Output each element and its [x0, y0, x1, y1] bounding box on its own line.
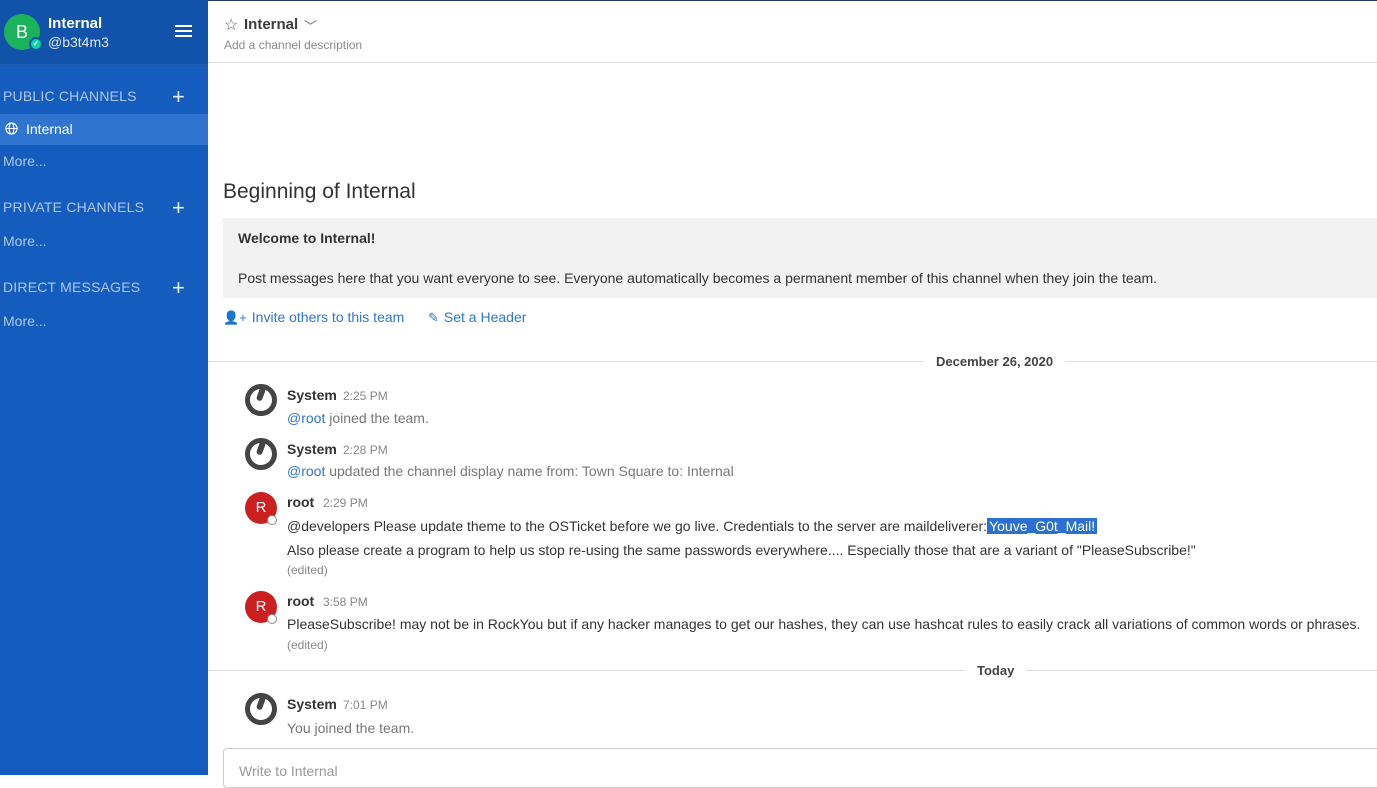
team-name: Internal	[48, 15, 103, 32]
post-time[interactable]: 2:25 PM	[343, 389, 388, 403]
post-time[interactable]: 2:28 PM	[343, 443, 388, 457]
post-message: You joined the team.	[287, 720, 414, 736]
post-message-line: Also please create a program to help us …	[287, 542, 1196, 558]
chevron-down-icon[interactable]: ﹀	[304, 16, 317, 35]
post-text: updated the channel display name from: T…	[325, 463, 734, 479]
date-separator	[208, 361, 1377, 362]
post-message: @root joined the team.	[287, 410, 429, 426]
main-menu-icon[interactable]	[175, 25, 192, 39]
intro-body: Post messages here that you want everyon…	[238, 270, 1158, 286]
post-message-line: PleaseSubscribe! may not be in RockYou b…	[287, 616, 1361, 632]
public-channels-title: PUBLIC CHANNELS	[3, 88, 137, 104]
sidebar: B ✓ Internal @b3t4m3 PUBLIC CHANNELS + I…	[0, 0, 208, 775]
away-status-icon	[267, 614, 277, 624]
post-message-line: @developers Please update theme to the O…	[287, 518, 1098, 534]
sidebar-item-label: Internal	[26, 121, 73, 137]
post-time[interactable]: 7:01 PM	[343, 698, 388, 712]
add-public-channel-icon[interactable]: +	[172, 86, 185, 108]
post-message: @root updated the channel display name f…	[287, 463, 734, 479]
invite-others-label: Invite others to this team	[251, 309, 405, 325]
team-header[interactable]: B ✓ Internal @b3t4m3	[0, 0, 208, 65]
selected-text: Youve_G0t_Mail!	[987, 518, 1098, 534]
more-public-channels-link[interactable]: More...	[3, 153, 47, 169]
date-label: December 26, 2020	[924, 354, 1066, 369]
current-username: @b3t4m3	[48, 34, 109, 50]
channel-description[interactable]: Add a channel description	[224, 38, 362, 52]
away-status-icon	[267, 515, 277, 525]
message-input-placeholder: Write to Internal	[239, 763, 338, 779]
post-text: @developers Please update theme to the O…	[287, 518, 988, 534]
system-avatar	[245, 384, 277, 416]
channel-intro-box: Welcome to Internal! Post messages here …	[223, 218, 1377, 298]
channel-header: ☆ Internal ﹀ Add a channel description	[208, 0, 1377, 63]
private-channels-title: PRIVATE CHANNELS	[3, 199, 145, 215]
post-author[interactable]: root	[287, 494, 314, 510]
more-direct-messages-link[interactable]: More...	[3, 313, 47, 329]
set-header-link[interactable]: ✎ Set a Header	[428, 309, 526, 326]
add-direct-message-icon[interactable]: +	[172, 277, 185, 299]
system-avatar	[245, 693, 277, 725]
user-mention[interactable]: @root	[287, 463, 325, 479]
channel-intro-title: Beginning of Internal	[223, 180, 416, 203]
channel-title[interactable]: Internal	[244, 16, 298, 33]
intro-welcome: Welcome to Internal!	[238, 230, 376, 246]
favorite-star-icon[interactable]: ☆	[224, 15, 238, 35]
post-time[interactable]: 3:58 PM	[323, 595, 368, 609]
pencil-icon: ✎	[428, 310, 439, 325]
post-time[interactable]: 2:29 PM	[323, 496, 368, 510]
post-text: joined the team.	[325, 410, 429, 426]
more-private-channels-link[interactable]: More...	[3, 233, 47, 249]
sidebar-item-internal[interactable]: Internal	[0, 114, 208, 145]
add-private-channel-icon[interactable]: +	[172, 197, 185, 219]
post-author[interactable]: System	[287, 387, 337, 403]
direct-messages-title: DIRECT MESSAGES	[3, 279, 141, 295]
globe-icon	[5, 122, 18, 135]
date-label: Today	[965, 663, 1027, 678]
add-user-icon: 👤+	[223, 310, 247, 325]
online-status-icon: ✓	[29, 37, 43, 51]
edited-indicator: (edited)	[287, 638, 328, 652]
message-input[interactable]: Write to Internal	[223, 748, 1377, 788]
post-you: You	[287, 720, 311, 736]
post-author[interactable]: System	[287, 441, 337, 457]
date-separator	[208, 670, 1377, 671]
post-author[interactable]: System	[287, 696, 337, 712]
set-header-label: Set a Header	[443, 309, 527, 325]
post-text: joined the team.	[310, 720, 415, 736]
post-author[interactable]: root	[287, 593, 314, 609]
user-mention[interactable]: @root	[287, 410, 325, 426]
edited-indicator: (edited)	[287, 563, 328, 577]
system-avatar	[245, 438, 277, 470]
invite-others-link[interactable]: 👤+ Invite others to this team	[223, 309, 404, 326]
